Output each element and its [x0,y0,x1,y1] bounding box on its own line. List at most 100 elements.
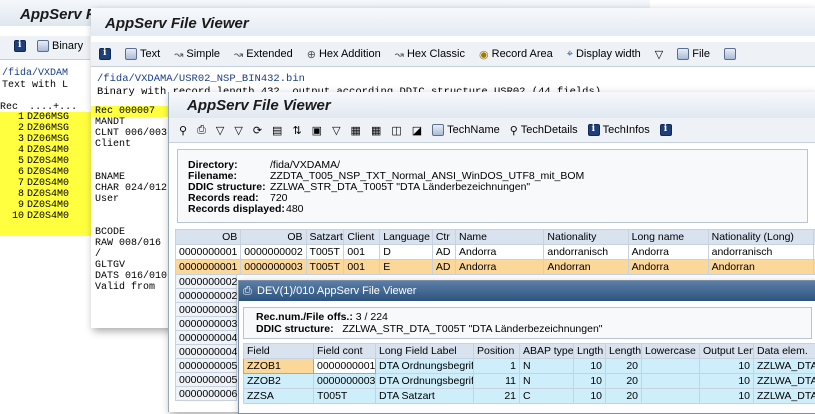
text-button[interactable]: Text [125,48,160,60]
extended-button[interactable]: ↝Extended [234,48,293,61]
techdetails-label: TechDetails [521,124,578,136]
sort-icon[interactable]: ⇅ [292,124,301,137]
table-cell: andorranisch [708,245,813,260]
record-value: DZ0S4M0 [27,145,69,156]
filter-icon-3[interactable]: ▽ [332,124,340,137]
record-row[interactable]: 1DZ06MSG [0,112,92,123]
record-row[interactable]: 10DZ0S4M0 [0,211,92,222]
column-header[interactable]: Length [606,344,642,359]
techname-label: TechName [447,124,500,136]
record-number: 4 [0,145,24,156]
table-row[interactable]: 00000000010000000003T005T001EADAndorraAn… [176,260,815,275]
layout-icon[interactable]: ▤ [272,124,282,137]
extended-icon: ↝ [234,48,243,61]
record-row[interactable]: 4DZ0S4M0 [0,145,92,156]
column-header[interactable]: Client [344,230,380,245]
column-header[interactable]: ABAP type [520,344,574,359]
info-icon-2[interactable] [660,124,672,136]
column-header[interactable]: Nationality (Long) [708,230,813,245]
ob-cell: 0000000005 [175,359,237,373]
record-row[interactable]: 9DZ0S4M0 [0,200,92,211]
record-row[interactable]: 3DZ06MSG [0,134,92,145]
grid-icon[interactable]: ▦ [371,124,381,137]
table-cell [642,359,700,374]
popup-titlebar[interactable]: ⎙ DEV(1)/010 AppServ File Viewer [239,281,815,301]
table-cell: DTA Ordnungsbegriff [376,374,474,389]
column-header[interactable]: Nationality [544,230,628,245]
column-header[interactable]: Long Field Label [376,344,474,359]
field-details-popup: ⎙ DEV(1)/010 AppServ File Viewer Rec.num… [238,280,815,414]
refresh-icon[interactable]: ⟳ [253,124,262,137]
filter-icon[interactable]: ▽ [216,124,224,137]
export-icon[interactable] [724,48,736,60]
table-cell: Andorra [455,260,543,275]
techname-button[interactable]: TechName [432,124,500,136]
hex-classic-button[interactable]: ↝Hex Classic [395,48,465,61]
column-header[interactable]: Long name [628,230,708,245]
record-value: DZ0S4M0 [27,156,69,167]
column-header[interactable]: Lngth [574,344,606,359]
display-width-button[interactable]: ⌖Display width [567,48,641,61]
field-panel: Rec 000007MANDTCLNT 006/003ClientBNAMECH… [91,106,168,293]
ob-cell: 0000000004 [175,331,237,345]
table-cell: N [520,359,574,374]
ddic-value: ZZLWA_STR_DTA_T005T "DTA Länderbezeichnu… [270,182,530,193]
techdetails-icon: ⚲ [510,124,518,137]
chart-icon[interactable]: ▦ [351,124,361,137]
info-icon[interactable] [99,48,111,60]
export-icon[interactable]: ▣ [312,124,322,137]
display-width-label: Display width [576,48,641,60]
column-header[interactable]: Lowercase [642,344,700,359]
column-header[interactable]: OB [176,230,241,245]
search-icon[interactable]: ⚲ [179,124,187,137]
recnum-label: Rec.num./File offs.: [256,311,353,323]
column-header[interactable]: Output Len [700,344,754,359]
column-header[interactable]: Language [380,230,433,245]
table-row[interactable]: 00000000010000000002T005T001DADAndorraan… [176,245,815,260]
record-area-button[interactable]: ◉Record Area [479,48,553,61]
table-cell: 10 [700,359,754,374]
column-header[interactable]: Data elem. [754,344,815,359]
column-header[interactable]: Position [474,344,520,359]
field-panel-line: BCODE [91,227,168,238]
record-row[interactable]: 8DZ0S4M0 [0,189,92,200]
hex-addition-label: Hex Addition [319,48,381,60]
techdetails-button[interactable]: ⚲TechDetails [510,124,578,137]
filter-icon-2[interactable]: ▽ [234,124,242,137]
column-header[interactable]: Field [244,344,314,359]
table-row[interactable]: ZZSAT005TDTA Satzart21C102010ZZLWA_DTA_S… [244,389,815,404]
record-row[interactable]: 6DZ0S4M0 [0,167,92,178]
delete-column-icon[interactable]: ◪ [412,124,422,137]
records-displayed-value: 480 [286,204,304,215]
hex-addition-button[interactable]: ⊕Hex Addition [307,48,381,61]
toolbar: Text ↝Simple ↝Extended ⊕Hex Addition ↝He… [91,42,815,67]
column-header[interactable]: Satzart [306,230,344,245]
record-row[interactable]: 7DZ0S4M0 [0,178,92,189]
window-title: AppServ File Viewer [187,97,331,114]
column-header[interactable]: Field cont [314,344,376,359]
insert-column-icon[interactable]: ◫ [391,124,401,137]
record-row[interactable]: 2DZ06MSG [0,123,92,134]
simple-button[interactable]: ↝Simple [174,48,220,61]
ddic-label: DDIC structure: [256,323,334,335]
table-row[interactable]: ZZOB10000000001DTA Ordnungsbegriff1N1020… [244,359,815,374]
path-line: /fida/VXDAM [2,68,68,79]
techinfos-button[interactable]: TechInfos [588,124,650,136]
file-button[interactable]: File [677,48,710,60]
column-header[interactable]: OB [241,230,306,245]
table-cell: Andorran [544,260,628,275]
record-row[interactable]: 5DZ0S4M0 [0,156,92,167]
record-number: 8 [0,189,24,200]
column-header[interactable]: Ctr [432,230,455,245]
table-row[interactable]: ZZOB20000000003DTA Ordnungsbegriff11N102… [244,374,815,389]
binary-button[interactable]: Binary [14,40,83,52]
print-icon[interactable]: ⎙ [197,124,206,137]
field-panel-line: BNAME [91,172,168,183]
table-cell: ZZSA [244,389,314,404]
record-value: DZ0S4M0 [27,189,69,200]
column-header[interactable]: Name [455,230,543,245]
table-cell: T005T [314,389,376,404]
table-cell: 21 [474,389,520,404]
fields-table: FieldField contLong Field LabelPositionA… [243,343,815,404]
filter-button[interactable]: ▽ [655,48,663,61]
